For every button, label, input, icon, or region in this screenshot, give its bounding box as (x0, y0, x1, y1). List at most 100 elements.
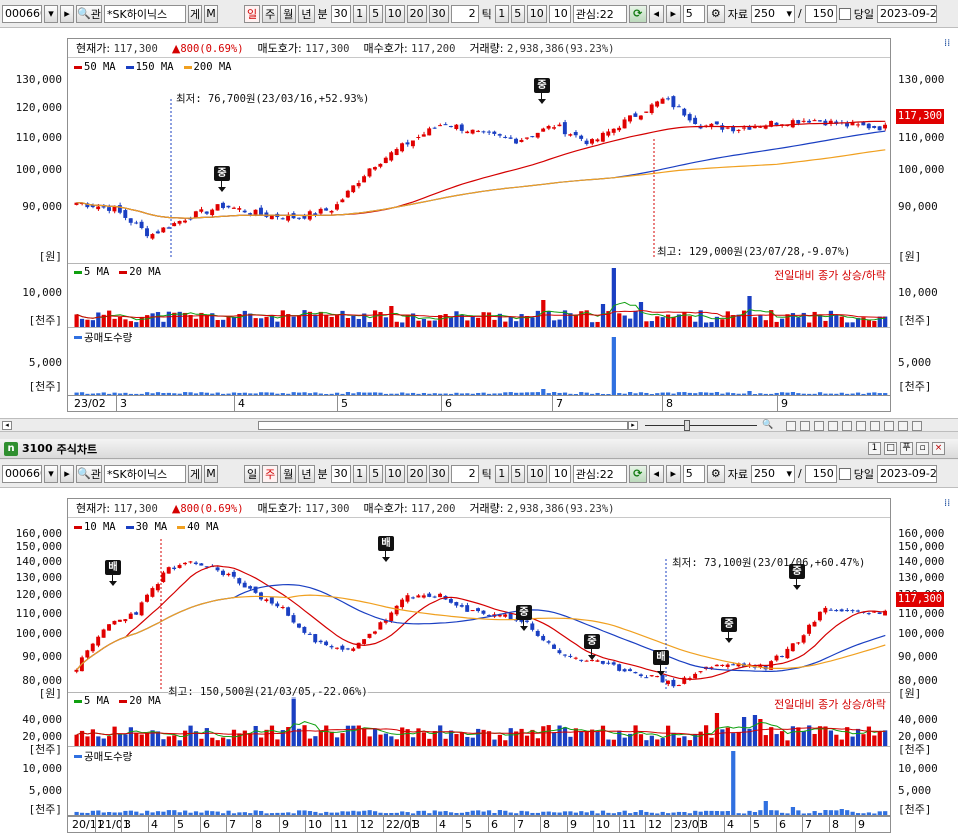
step-input[interactable]: 5 (682, 4, 705, 23)
refresh-icon[interactable]: ⟳ (628, 464, 647, 483)
date-input[interactable]: 2023-09-2 (876, 464, 937, 483)
stock-code-input[interactable]: 000660 (2, 464, 42, 483)
interest-select[interactable]: 관심:22 (572, 4, 627, 23)
dropdown-arrow-icon[interactable]: ▾ (44, 464, 58, 483)
minute-select[interactable]: 30 (330, 4, 351, 23)
tool-icon[interactable] (842, 421, 852, 431)
interval-5-button[interactable]: 5 (368, 464, 383, 483)
chart-settings-icon[interactable]: ⁞⁞ (944, 498, 950, 509)
signal-marker[interactable]: 배 (378, 536, 394, 562)
tick-select[interactable]: 10 (548, 464, 571, 483)
next-arrow-icon[interactable]: ▸ (60, 464, 74, 483)
bottom-chart-area[interactable]: 현재가: 117,300 ▲800(0.69%) 매도호가: 117,300 매… (67, 498, 891, 816)
zoom-slider-track[interactable] (645, 425, 757, 426)
signal-marker[interactable]: 중 (214, 166, 230, 192)
window-pin-button[interactable]: 푸 (900, 442, 913, 455)
window-restore-button[interactable]: □ (884, 442, 897, 455)
stock-search-button[interactable]: 🔍 관 (76, 4, 102, 23)
interval-20-button[interactable]: 20 (406, 4, 427, 23)
period-day-button[interactable]: 일 (244, 464, 261, 483)
today-checkbox[interactable] (838, 467, 851, 480)
dropdown-arrow-icon[interactable]: ▾ (44, 4, 58, 23)
period-month-button[interactable]: 월 (280, 464, 297, 483)
signal-marker[interactable]: 배 (653, 650, 669, 676)
next-icon[interactable]: ▸ (665, 464, 681, 483)
scrollbar-thumb[interactable] (258, 421, 628, 430)
stock-name-field[interactable]: *SK하이닉스 (104, 464, 186, 483)
data-count-select[interactable]: 250 ▾ (751, 4, 795, 23)
date-tick: 23/02 (74, 397, 106, 410)
tool-icon[interactable] (828, 421, 838, 431)
next-icon[interactable]: ▸ (665, 4, 681, 23)
period-month-button[interactable]: 월 (280, 4, 297, 23)
zoom-icon[interactable]: 🔍 (762, 420, 773, 430)
tick-10-button[interactable]: 10 (526, 4, 547, 23)
interest-select[interactable]: 관심:22 (572, 464, 627, 483)
refresh-icon[interactable]: ⟳ (628, 4, 647, 23)
settings-icon[interactable]: ⚙ (706, 4, 725, 23)
interval-30-button[interactable]: 30 (428, 464, 449, 483)
period-week-button[interactable]: 주 (262, 464, 279, 483)
interval-5-button[interactable]: 5 (368, 4, 383, 23)
window-title-bar[interactable]: n 3100 주식차트 1 □ 푸 ▫ × (0, 439, 958, 459)
stock-search-button[interactable]: 🔍 관 (76, 464, 102, 483)
period-year-button[interactable]: 년 (298, 4, 315, 23)
display-count-input[interactable]: 150 (804, 464, 837, 483)
scroll-left-icon[interactable]: ◂ (2, 421, 12, 430)
signal-marker[interactable]: 중 (789, 564, 805, 590)
period-year-button[interactable]: 년 (298, 464, 315, 483)
stock-name-field[interactable]: *SK하이닉스 (104, 4, 186, 23)
interval-1-button[interactable]: 1 (352, 464, 367, 483)
interval-30-button[interactable]: 30 (428, 4, 449, 23)
date-input[interactable]: 2023-09-2 (876, 4, 937, 23)
window-minimize-button[interactable]: ▫ (916, 442, 929, 455)
short-volume-bar (117, 812, 123, 815)
tool-icon[interactable] (800, 421, 810, 431)
tick-select[interactable]: 10 (548, 4, 571, 23)
tick-1-button[interactable]: 1 (494, 4, 509, 23)
tick-input[interactable]: 2 (450, 464, 479, 483)
tool-icon[interactable] (814, 421, 824, 431)
signal-marker[interactable]: 중 (584, 634, 600, 660)
interval-1-button[interactable]: 1 (352, 4, 367, 23)
tick-input[interactable]: 2 (450, 4, 479, 23)
window-number-button[interactable]: 1 (868, 442, 881, 455)
m-button[interactable]: M (204, 4, 218, 23)
next-arrow-icon[interactable]: ▸ (60, 4, 74, 23)
step-input[interactable]: 5 (682, 464, 705, 483)
tool-icon[interactable] (786, 421, 796, 431)
tick-5-button[interactable]: 5 (510, 464, 525, 483)
minute-select[interactable]: 30 (330, 464, 351, 483)
tool-icon[interactable] (898, 421, 908, 431)
interval-10-button[interactable]: 10 (384, 464, 405, 483)
interval-10-button[interactable]: 10 (384, 4, 405, 23)
signal-marker[interactable]: 배 (105, 560, 121, 586)
data-count-select[interactable]: 250 ▾ (751, 464, 795, 483)
signal-marker[interactable]: 중 (516, 605, 532, 631)
interval-20-button[interactable]: 20 (406, 464, 427, 483)
settings-icon[interactable]: ⚙ (706, 464, 725, 483)
tick-10-button[interactable]: 10 (526, 464, 547, 483)
zoom-slider-handle[interactable] (684, 420, 690, 431)
signal-marker[interactable]: 중 (534, 78, 550, 104)
signal-marker[interactable]: 중 (721, 617, 737, 643)
prev-icon[interactable]: ◂ (648, 464, 664, 483)
tool-icon[interactable] (912, 421, 922, 431)
gi-button[interactable]: 게 (188, 464, 202, 483)
period-day-button[interactable]: 일 (244, 4, 261, 23)
display-count-input[interactable]: 150 (804, 4, 837, 23)
tool-icon[interactable] (884, 421, 894, 431)
tool-icon[interactable] (870, 421, 880, 431)
gi-button[interactable]: 게 (188, 4, 202, 23)
today-checkbox[interactable] (838, 7, 851, 20)
tick-1-button[interactable]: 1 (494, 464, 509, 483)
window-close-button[interactable]: × (932, 442, 945, 455)
period-week-button[interactable]: 주 (262, 4, 279, 23)
scroll-right-icon[interactable]: ▸ (628, 421, 638, 430)
chart-settings-icon[interactable]: ⁞⁞ (944, 38, 950, 49)
stock-code-input[interactable]: 000660 (2, 4, 42, 23)
prev-icon[interactable]: ◂ (648, 4, 664, 23)
tick-5-button[interactable]: 5 (510, 4, 525, 23)
tool-icon[interactable] (856, 421, 866, 431)
m-button[interactable]: M (204, 464, 218, 483)
